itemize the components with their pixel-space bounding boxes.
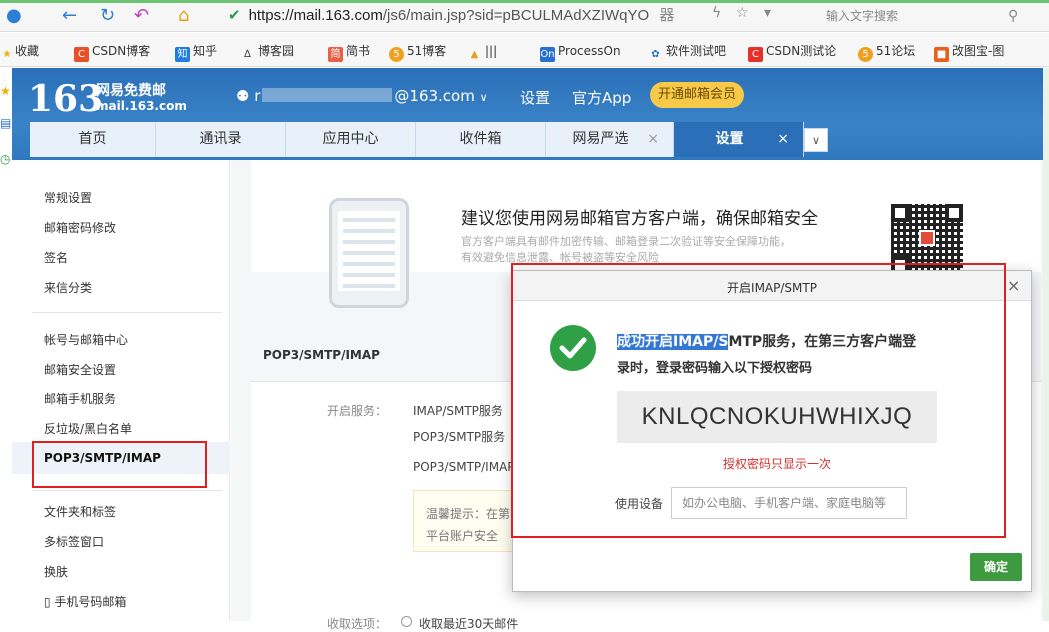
menu-item-security[interactable]: 邮箱安全设置: [44, 361, 116, 378]
star-icon[interactable]: ☆: [736, 5, 749, 21]
secure-shield-icon: ✔: [228, 7, 241, 24]
bookmark-51blog[interactable]: 5 51博客: [389, 42, 446, 62]
close-tab-icon[interactable]: ×: [647, 122, 659, 157]
bookmark-51forum[interactable]: 5 51论坛: [858, 42, 915, 62]
receive-option-value[interactable]: 收取最近30天邮件: [419, 615, 518, 632]
menu-item-filter[interactable]: 来信分类: [44, 279, 92, 296]
receive-radio[interactable]: [401, 616, 412, 627]
menu-item-account-center[interactable]: 帐号与邮箱中心: [44, 331, 128, 348]
vip-button[interactable]: 开通邮箱会员: [650, 82, 744, 108]
favorite-star-icon[interactable]: ★: [0, 84, 11, 98]
menu-item-folders[interactable]: 文件夹和标签: [44, 503, 116, 520]
bookmark-processon[interactable]: On ProcessOn: [540, 42, 621, 62]
tab-yanxuan[interactable]: 网易严选 ×: [546, 122, 674, 157]
highlight-box-dialog: [511, 263, 1006, 538]
reader-icon[interactable]: ▤: [0, 116, 11, 130]
highlight-box-menu: [32, 441, 207, 488]
bookmarks-bar: ★ 收藏 C CSDN博客 知知乎 ∆ 博客园 简简书 5 51博客 ▲ ||| On Pr…: [0, 33, 1049, 67]
receive-options-label: 收取选项：: [327, 617, 388, 631]
right-edge-bar: [1043, 68, 1049, 621]
logo-subtitle: mail.163.com: [96, 99, 187, 113]
bookmark-csdn[interactable]: C CSDN博客: [74, 42, 150, 62]
menu-item-antispam[interactable]: 反垃圾/黑白名单: [44, 420, 132, 437]
tab-home[interactable]: 首页: [30, 122, 156, 157]
close-tab-icon[interactable]: ×: [777, 122, 789, 157]
tab-contacts[interactable]: 通讯录: [156, 122, 286, 157]
client-promo-banner: 建议您使用网易邮箱官方客户端，确保邮箱安全 官方客户端具有邮件加密传输、邮箱登录…: [251, 160, 1041, 308]
settings-menu: 常规设置 邮箱密码修改 签名 来信分类 帐号与邮箱中心 邮箱安全设置 邮箱手机服…: [12, 160, 230, 621]
menu-item-multitab[interactable]: 多标签窗口: [44, 533, 104, 550]
refresh-icon[interactable]: ↻: [100, 5, 115, 26]
service-label: 开启服务：: [327, 404, 388, 418]
bookmark-misc[interactable]: ▲ |||: [467, 42, 498, 60]
bookmark-jianshu[interactable]: 简简书: [328, 42, 370, 62]
tab-settings[interactable]: 设置 ×: [674, 122, 804, 157]
menu-item-phone-mail[interactable]: ▯ 手机号码邮箱: [44, 593, 126, 610]
browser-search[interactable]: 输入文字搜索 ⚲: [798, 4, 1038, 28]
bookmark-cnblogs[interactable]: ∆ 博客园: [240, 42, 294, 60]
tab-more-chevron-icon[interactable]: ∨: [804, 128, 828, 152]
back-icon[interactable]: ←: [62, 5, 77, 26]
bookmark-favorites[interactable]: ★ 收藏: [2, 42, 40, 60]
menu-divider: [32, 312, 222, 313]
phone-illustration-icon: [329, 198, 409, 308]
menu-item-mobile-service[interactable]: 邮箱手机服务: [44, 390, 116, 407]
bookmark-gaitubao[interactable]: ■ 改图宝-图: [934, 42, 1004, 62]
browser-address-bar: ● ← ↻ ↶ ⌂ ✔ https://mail.163.com/js6/main…: [0, 0, 1049, 32]
tab-inbox[interactable]: 收件箱: [416, 122, 546, 157]
menu-item-general[interactable]: 常规设置: [44, 189, 92, 206]
tab-apps[interactable]: 应用中心: [286, 122, 416, 157]
lightning-icon[interactable]: ϟ: [712, 5, 721, 21]
history-icon[interactable]: ◷: [0, 152, 10, 166]
logo-title: 网易免费邮: [96, 83, 166, 99]
header-link-settings[interactable]: 设置: [520, 87, 550, 108]
menu-item-signature[interactable]: 签名: [44, 249, 68, 266]
bookmark-tieba[interactable]: ✿ 软件测试吧: [648, 42, 726, 60]
browser-menu-icon[interactable]: ●: [6, 5, 22, 26]
service-pop3-smtp-imap[interactable]: POP3/SMTP/IMAP: [413, 460, 515, 474]
menu-item-skin[interactable]: 换肤: [44, 563, 68, 580]
confirm-button[interactable]: 确定: [970, 553, 1022, 581]
promo-title: 建议您使用网易邮箱官方客户端，确保邮箱安全: [461, 209, 818, 229]
chevron-down-icon: ∨: [479, 91, 488, 104]
bookmark-zhihu[interactable]: 知知乎: [175, 42, 217, 62]
header-link-app[interactable]: 官方App: [572, 87, 631, 108]
bookmark-csdn-test[interactable]: C CSDN测试论: [748, 42, 836, 62]
home-icon[interactable]: ⌂: [178, 5, 189, 26]
menu-divider: [32, 490, 222, 491]
section-title: POP3/SMTP/IMAP: [263, 348, 380, 362]
close-icon[interactable]: ×: [1007, 276, 1020, 295]
search-icon[interactable]: ⚲: [1008, 4, 1018, 28]
redacted-username: [262, 88, 393, 102]
service-pop3-smtp[interactable]: POP3/SMTP服务: [413, 428, 505, 445]
url-field[interactable]: ✔ https://mail.163.com/js6/main.jsp?sid=p…: [228, 4, 788, 28]
menu-item-password[interactable]: 邮箱密码修改: [44, 219, 116, 236]
promo-description: 官方客户端具有邮件加密传输、邮箱登录二次验证等安全保障功能，有效避免信息泄露、帐…: [461, 235, 791, 264]
logo-163[interactable]: 163: [28, 78, 103, 120]
phone-icon: ▯: [44, 595, 55, 609]
user-account-menu[interactable]: ⚉ r @163.com ∨: [236, 87, 488, 105]
dropdown-icon[interactable]: ▾: [764, 5, 771, 21]
service-imap-smtp[interactable]: IMAP/SMTP服务: [413, 402, 503, 419]
user-badge-icon: ⚉: [236, 87, 250, 105]
undo-icon[interactable]: ↶: [134, 5, 149, 26]
browser-sidebar: ★ ▤ ◷: [0, 68, 12, 621]
page-load-bar: [0, 0, 1049, 3]
